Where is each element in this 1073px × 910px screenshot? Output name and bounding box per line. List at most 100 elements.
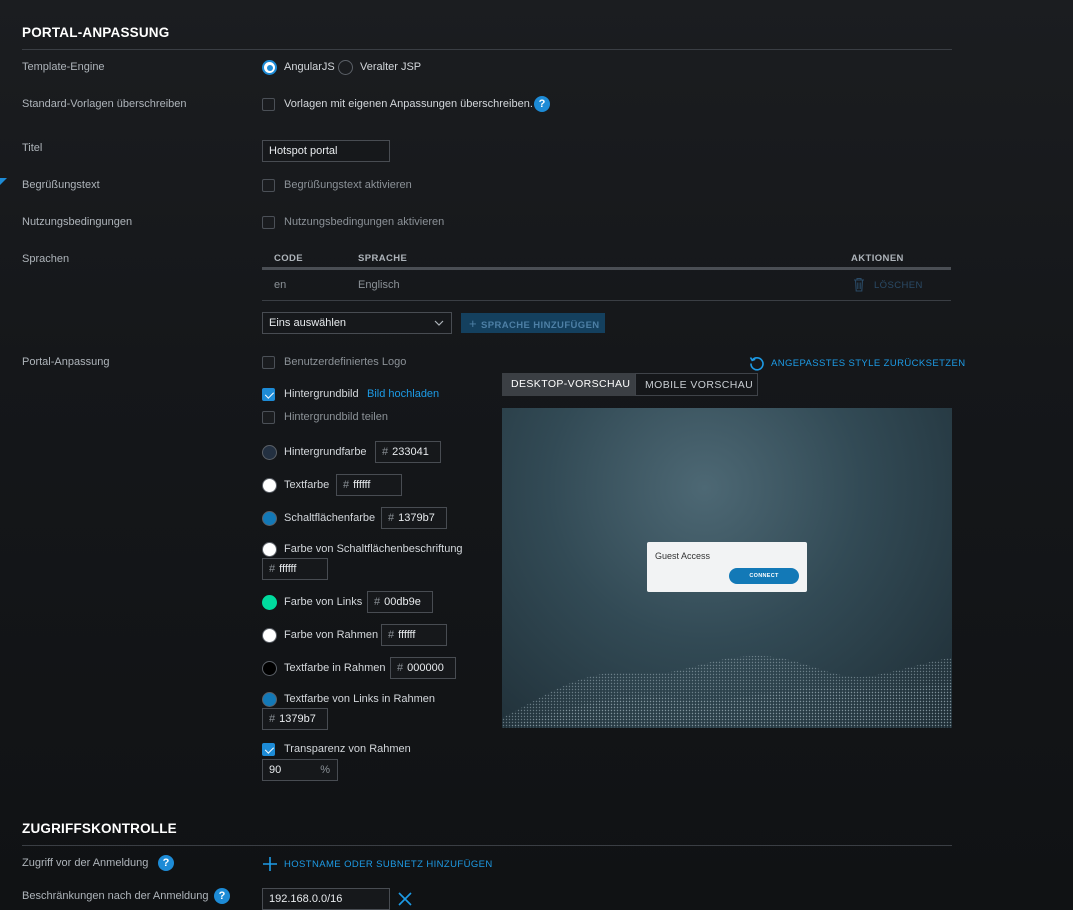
transparency-value: 90 bbox=[269, 764, 282, 776]
selection-marker-icon bbox=[0, 178, 7, 185]
post-auth-label: Beschränkungen nach der Anmeldung bbox=[22, 890, 209, 902]
column-header-actions: AKTIONEN bbox=[851, 253, 904, 264]
bg-color-value: 233041 bbox=[392, 446, 429, 458]
radio-jsp-label: Veralter JSP bbox=[360, 61, 422, 73]
custom-logo-checkbox[interactable] bbox=[262, 356, 275, 369]
language-name: Englisch bbox=[358, 279, 400, 291]
text-color-label: Textfarbe bbox=[284, 479, 330, 491]
box-link-color-input[interactable]: #1379b7 bbox=[262, 708, 328, 730]
border-color-value: ffffff bbox=[398, 629, 416, 641]
button-text-color-value: ffffff bbox=[279, 563, 297, 575]
transparency-label: Transparenz von Rahmen bbox=[284, 743, 411, 755]
hash-icon: # bbox=[343, 479, 350, 491]
text-color-swatch[interactable] bbox=[262, 478, 277, 493]
radio-jsp[interactable] bbox=[338, 60, 353, 75]
terms-checkbox[interactable] bbox=[262, 216, 275, 229]
button-text-color-swatch[interactable] bbox=[262, 542, 277, 557]
section-title-access: ZUGRIFFSKONTROLLE bbox=[22, 821, 177, 836]
portal-preview: Guest Access CONNECT bbox=[502, 408, 952, 728]
hash-icon: # bbox=[269, 563, 276, 575]
hash-icon: # bbox=[269, 713, 276, 725]
border-color-input[interactable]: # ffffff bbox=[381, 624, 447, 646]
terms-checkbox-label: Nutzungsbedingungen aktivieren bbox=[284, 216, 445, 228]
hash-icon: # bbox=[397, 662, 404, 674]
help-icon[interactable]: ? bbox=[214, 888, 230, 904]
preview-connect-button: CONNECT bbox=[729, 568, 799, 584]
box-text-color-label: Textfarbe in Rahmen bbox=[284, 662, 386, 674]
reset-style-button[interactable]: ANGEPASSTES STYLE ZURÜCKSETZEN bbox=[771, 358, 965, 369]
button-color-input[interactable]: #1379b7 bbox=[381, 507, 447, 529]
title-label: Titel bbox=[22, 142, 43, 154]
wave-background bbox=[502, 655, 952, 728]
text-color-value: ffffff bbox=[353, 479, 371, 491]
welcome-checkbox[interactable] bbox=[262, 179, 275, 192]
plus-icon: + bbox=[469, 316, 477, 331]
column-header-code: CODE bbox=[274, 253, 304, 264]
bg-color-input[interactable]: #233041 bbox=[375, 441, 441, 463]
radio-angularjs-label: AngularJS bbox=[284, 61, 335, 73]
help-icon[interactable]: ? bbox=[158, 855, 174, 871]
radio-angularjs[interactable] bbox=[262, 60, 277, 75]
transparency-input[interactable]: 90 % bbox=[262, 759, 338, 781]
preview-card: Guest Access CONNECT bbox=[647, 542, 807, 592]
language-select[interactable]: Eins auswählen bbox=[262, 312, 452, 334]
tab-desktop-preview[interactable]: DESKTOP-VORSCHAU bbox=[502, 373, 635, 396]
override-checkbox-label: Vorlagen mit eigenen Anpassungen übersch… bbox=[284, 98, 533, 110]
welcome-checkbox-label: Begrüßungstext aktivieren bbox=[284, 179, 412, 191]
transparency-checkbox[interactable] bbox=[262, 743, 275, 756]
template-engine-label: Template-Engine bbox=[22, 61, 105, 73]
terms-label: Nutzungsbedingungen bbox=[22, 216, 133, 228]
link-color-swatch[interactable] bbox=[262, 595, 277, 610]
table-row: en Englisch LÖSCHEN bbox=[262, 270, 951, 301]
upload-image-link[interactable]: Bild hochladen bbox=[367, 388, 439, 400]
hash-icon: # bbox=[374, 596, 381, 608]
help-icon[interactable]: ? bbox=[534, 96, 550, 112]
border-color-swatch[interactable] bbox=[262, 628, 277, 643]
bg-tile-label: Hintergrundbild teilen bbox=[284, 411, 388, 423]
button-text-color-input[interactable]: # ffffff bbox=[262, 558, 328, 580]
button-color-value: 1379b7 bbox=[398, 512, 435, 524]
section-divider bbox=[22, 845, 952, 846]
link-color-label: Farbe von Links bbox=[284, 596, 363, 608]
box-text-color-input[interactable]: #000000 bbox=[390, 657, 456, 679]
title-input[interactable]: Hotspot portal bbox=[262, 140, 390, 162]
bg-color-swatch[interactable] bbox=[262, 445, 277, 460]
button-text-color-label: Farbe von Schaltflächenbeschriftung bbox=[284, 543, 463, 555]
language-code: en bbox=[274, 279, 287, 291]
bg-image-label: Hintergrundbild bbox=[284, 388, 359, 400]
bg-tile-checkbox[interactable] bbox=[262, 411, 275, 424]
bg-image-checkbox[interactable] bbox=[262, 388, 275, 401]
chevron-down-icon bbox=[434, 320, 444, 326]
button-color-swatch[interactable] bbox=[262, 511, 277, 526]
add-hostname-button[interactable]: HOSTNAME ODER SUBNETZ HINZUFÜGEN bbox=[284, 859, 493, 870]
hash-icon: # bbox=[382, 446, 389, 458]
hash-icon: # bbox=[388, 629, 395, 641]
override-label: Standard-Vorlagen überschreiben bbox=[22, 98, 187, 110]
delete-language-button[interactable]: LÖSCHEN bbox=[874, 280, 923, 291]
preview-card-title: Guest Access bbox=[655, 551, 711, 561]
add-language-label: SPRACHE HINZUFÜGEN bbox=[481, 320, 600, 331]
pre-auth-label: Zugriff vor der Anmeldung bbox=[22, 857, 149, 869]
customization-label: Portal-Anpassung bbox=[22, 356, 110, 368]
close-icon[interactable] bbox=[397, 891, 413, 907]
custom-logo-label: Benutzerdefiniertes Logo bbox=[284, 356, 407, 368]
column-header-language: SPRACHE bbox=[358, 253, 408, 264]
section-divider bbox=[22, 49, 952, 50]
reset-icon[interactable] bbox=[749, 355, 765, 371]
tab-mobile-preview[interactable]: MOBILE VORSCHAU bbox=[635, 373, 758, 396]
percent-unit: % bbox=[320, 764, 330, 776]
box-text-color-swatch[interactable] bbox=[262, 661, 277, 676]
box-text-color-value: 000000 bbox=[407, 662, 444, 674]
languages-label: Sprachen bbox=[22, 253, 70, 265]
link-color-input[interactable]: #00db9e bbox=[367, 591, 433, 613]
override-checkbox[interactable] bbox=[262, 98, 275, 111]
box-link-color-label: Textfarbe von Links in Rahmen bbox=[284, 693, 436, 705]
box-link-color-swatch[interactable] bbox=[262, 692, 277, 707]
language-select-value: Eins auswählen bbox=[269, 317, 347, 329]
trash-icon[interactable] bbox=[852, 277, 866, 292]
add-language-button[interactable]: + SPRACHE HINZUFÜGEN bbox=[461, 313, 605, 333]
text-color-input[interactable]: # ffffff bbox=[336, 474, 402, 496]
subnet-input[interactable]: 192.168.0.0/16 bbox=[262, 888, 390, 910]
plus-icon[interactable] bbox=[262, 856, 278, 872]
border-color-label: Farbe von Rahmen bbox=[284, 629, 379, 641]
